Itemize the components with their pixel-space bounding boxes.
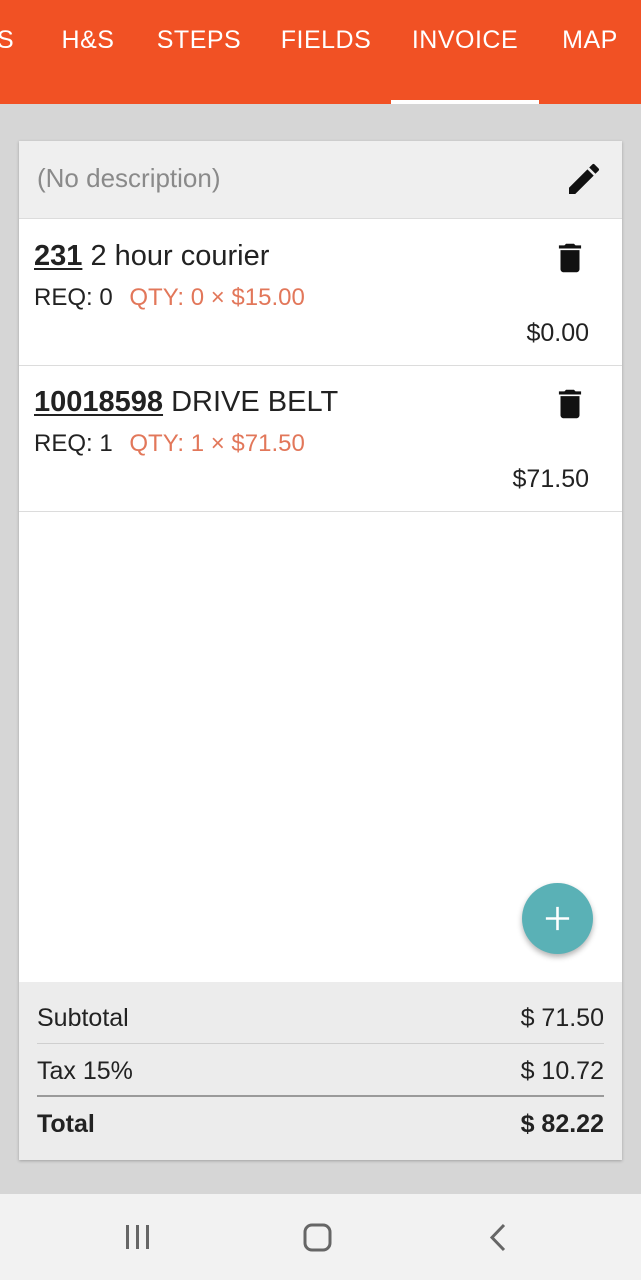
item-total: $71.50 (512, 465, 589, 493)
back-icon (489, 1223, 506, 1252)
edit-description-button[interactable] (564, 159, 604, 199)
home-icon (303, 1223, 332, 1252)
top-tab-bar: ES H&S STEPS FIELDS INVOICE MAP (0, 0, 641, 104)
item-quantities: REQ: 1 QTY: 1 × $71.50 (34, 430, 305, 458)
invoice-line-item[interactable]: 10018598 DRIVE BELT REQ: 1 QTY: 1 × $71.… (19, 366, 622, 512)
item-title: 231 2 hour courier (34, 240, 269, 273)
system-nav-bar (0, 1194, 641, 1280)
invoice-card: (No description) 231 2 hour courier REQ:… (19, 141, 622, 1160)
tab-es[interactable]: ES (0, 0, 26, 104)
total-label: Total (37, 1110, 95, 1138)
item-required: REQ: 1 (34, 430, 113, 457)
tab-fields[interactable]: FIELDS (266, 0, 386, 104)
item-quantity-price[interactable]: QTY: 0 × $15.00 (129, 284, 304, 311)
back-button[interactable] (478, 1222, 518, 1254)
invoice-totals: Subtotal $ 71.50 Tax 15% $ 10.72 Total $… (19, 982, 622, 1160)
subtotal-label: Subtotal (37, 1004, 129, 1032)
item-required: REQ: 0 (34, 284, 113, 311)
home-button[interactable] (298, 1222, 338, 1254)
subtotal-value: $ 71.50 (520, 1004, 604, 1032)
tab-invoice[interactable]: INVOICE (391, 0, 539, 104)
recent-apps-button[interactable] (118, 1222, 158, 1254)
trash-icon (558, 243, 582, 273)
subtotal-row: Subtotal $ 71.50 (37, 992, 604, 1044)
recent-apps-icon (126, 1225, 149, 1249)
item-name: DRIVE BELT (171, 386, 339, 418)
tax-label: Tax 15% (37, 1057, 133, 1085)
tab-map[interactable]: MAP (548, 0, 632, 104)
plus-icon (545, 906, 570, 931)
tax-row: Tax 15% $ 10.72 (37, 1045, 604, 1097)
item-total: $0.00 (526, 319, 589, 347)
tab-hs[interactable]: H&S (44, 0, 132, 104)
trash-icon (558, 389, 582, 419)
delete-item-button[interactable] (551, 238, 589, 278)
description-row: (No description) (19, 141, 622, 219)
invoice-line-item[interactable]: 231 2 hour courier REQ: 0 QTY: 0 × $15.0… (19, 220, 622, 366)
item-name: 2 hour courier (90, 240, 270, 272)
item-code-link[interactable]: 10018598 (34, 386, 163, 418)
tab-steps[interactable]: STEPS (140, 0, 258, 104)
item-code-link[interactable]: 231 (34, 240, 82, 272)
pencil-icon (569, 163, 600, 194)
total-value: $ 82.22 (520, 1110, 604, 1138)
add-item-button[interactable] (522, 883, 593, 954)
item-quantities: REQ: 0 QTY: 0 × $15.00 (34, 284, 305, 312)
item-title: 10018598 DRIVE BELT (34, 386, 338, 419)
total-row: Total $ 82.22 (37, 1098, 604, 1150)
invoice-description: (No description) (37, 163, 221, 193)
delete-item-button[interactable] (551, 384, 589, 424)
item-quantity-price[interactable]: QTY: 1 × $71.50 (129, 430, 304, 457)
tax-value: $ 10.72 (520, 1057, 604, 1085)
